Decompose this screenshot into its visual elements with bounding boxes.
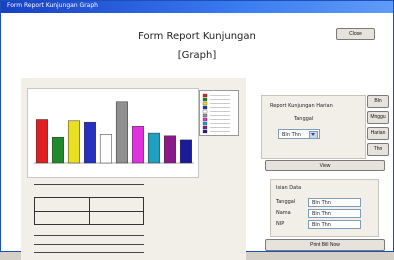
side-button-1[interactable]: Bln xyxy=(367,95,389,108)
period-select[interactable]: Bln Thn xyxy=(278,129,320,139)
period-select-value: Bln Thn xyxy=(282,132,301,138)
detail-heading: Isian Data xyxy=(276,185,302,191)
chart-bar xyxy=(83,121,96,164)
side-button-3[interactable]: Harian xyxy=(367,127,389,140)
table-rule xyxy=(34,184,144,185)
table-panel xyxy=(21,178,246,260)
view-button[interactable]: View xyxy=(265,160,385,171)
data-table xyxy=(34,197,144,225)
legend-swatch xyxy=(202,117,208,122)
print-button[interactable]: Print Bill Now xyxy=(265,239,385,251)
nip-field-value: Bln Thn xyxy=(312,222,331,228)
date-field-value: Bln Thn xyxy=(312,200,331,206)
legend-swatch xyxy=(202,109,208,114)
chart-panel xyxy=(21,78,246,179)
filter-panel: Report Kunjungan Harian Tanggal Bln Thn xyxy=(261,95,366,159)
legend-swatch xyxy=(202,129,208,134)
side-button-2[interactable]: Mnggu xyxy=(367,111,389,124)
legend-swatch xyxy=(202,97,208,102)
chart-bar xyxy=(131,126,144,164)
chart-legend xyxy=(199,90,239,136)
chevron-down-icon[interactable] xyxy=(309,131,318,139)
chart-bar xyxy=(51,136,64,164)
legend-swatch xyxy=(202,105,208,110)
detail-panel: Isian Data Tanggal Bln Thn Nama Bln Thn … xyxy=(270,179,379,237)
form-client-area: Form Report Kunjungan [Graph] Close Repo… xyxy=(5,15,389,260)
bar-chart xyxy=(34,101,194,164)
title-bar[interactable]: Form Report Kunjungan Graph xyxy=(1,1,393,13)
name-label: Nama xyxy=(276,210,291,216)
name-field-value: Bln Thn xyxy=(312,211,331,217)
table-rule xyxy=(34,235,144,236)
legend-swatch xyxy=(202,101,208,106)
filter-heading: Report Kunjungan Harian xyxy=(270,103,333,109)
table-rule xyxy=(34,252,144,253)
legend-swatch xyxy=(202,125,208,130)
nip-label: NIP xyxy=(276,221,285,227)
chart-area xyxy=(27,88,199,178)
close-button[interactable]: Close xyxy=(336,28,375,40)
chart-bar xyxy=(179,139,192,164)
page-title: Form Report Kunjungan xyxy=(138,31,256,42)
date-label: Tanggal xyxy=(276,199,296,205)
filter-date-label: Tanggal xyxy=(294,116,314,122)
chart-bar xyxy=(99,134,112,164)
chart-bar xyxy=(115,101,128,164)
chart-bar xyxy=(35,119,48,164)
nip-field[interactable]: Bln Thn xyxy=(308,220,361,229)
report-window: Form Report Kunjungan Graph Form Report … xyxy=(0,0,394,260)
chart-bar xyxy=(67,120,80,164)
table-rule xyxy=(34,244,144,245)
legend-swatch xyxy=(202,93,208,98)
window-title: Form Report Kunjungan Graph xyxy=(7,2,98,9)
legend-swatch xyxy=(202,121,208,126)
name-field[interactable]: Bln Thn xyxy=(308,209,361,218)
page-subtitle: [Graph] xyxy=(177,50,217,61)
chart-bar xyxy=(147,132,160,164)
legend-swatch xyxy=(202,113,208,118)
chart-bar xyxy=(163,135,176,164)
table-column-divider xyxy=(89,198,90,224)
side-button-4[interactable]: Thn xyxy=(367,143,389,156)
date-field[interactable]: Bln Thn xyxy=(308,198,361,207)
